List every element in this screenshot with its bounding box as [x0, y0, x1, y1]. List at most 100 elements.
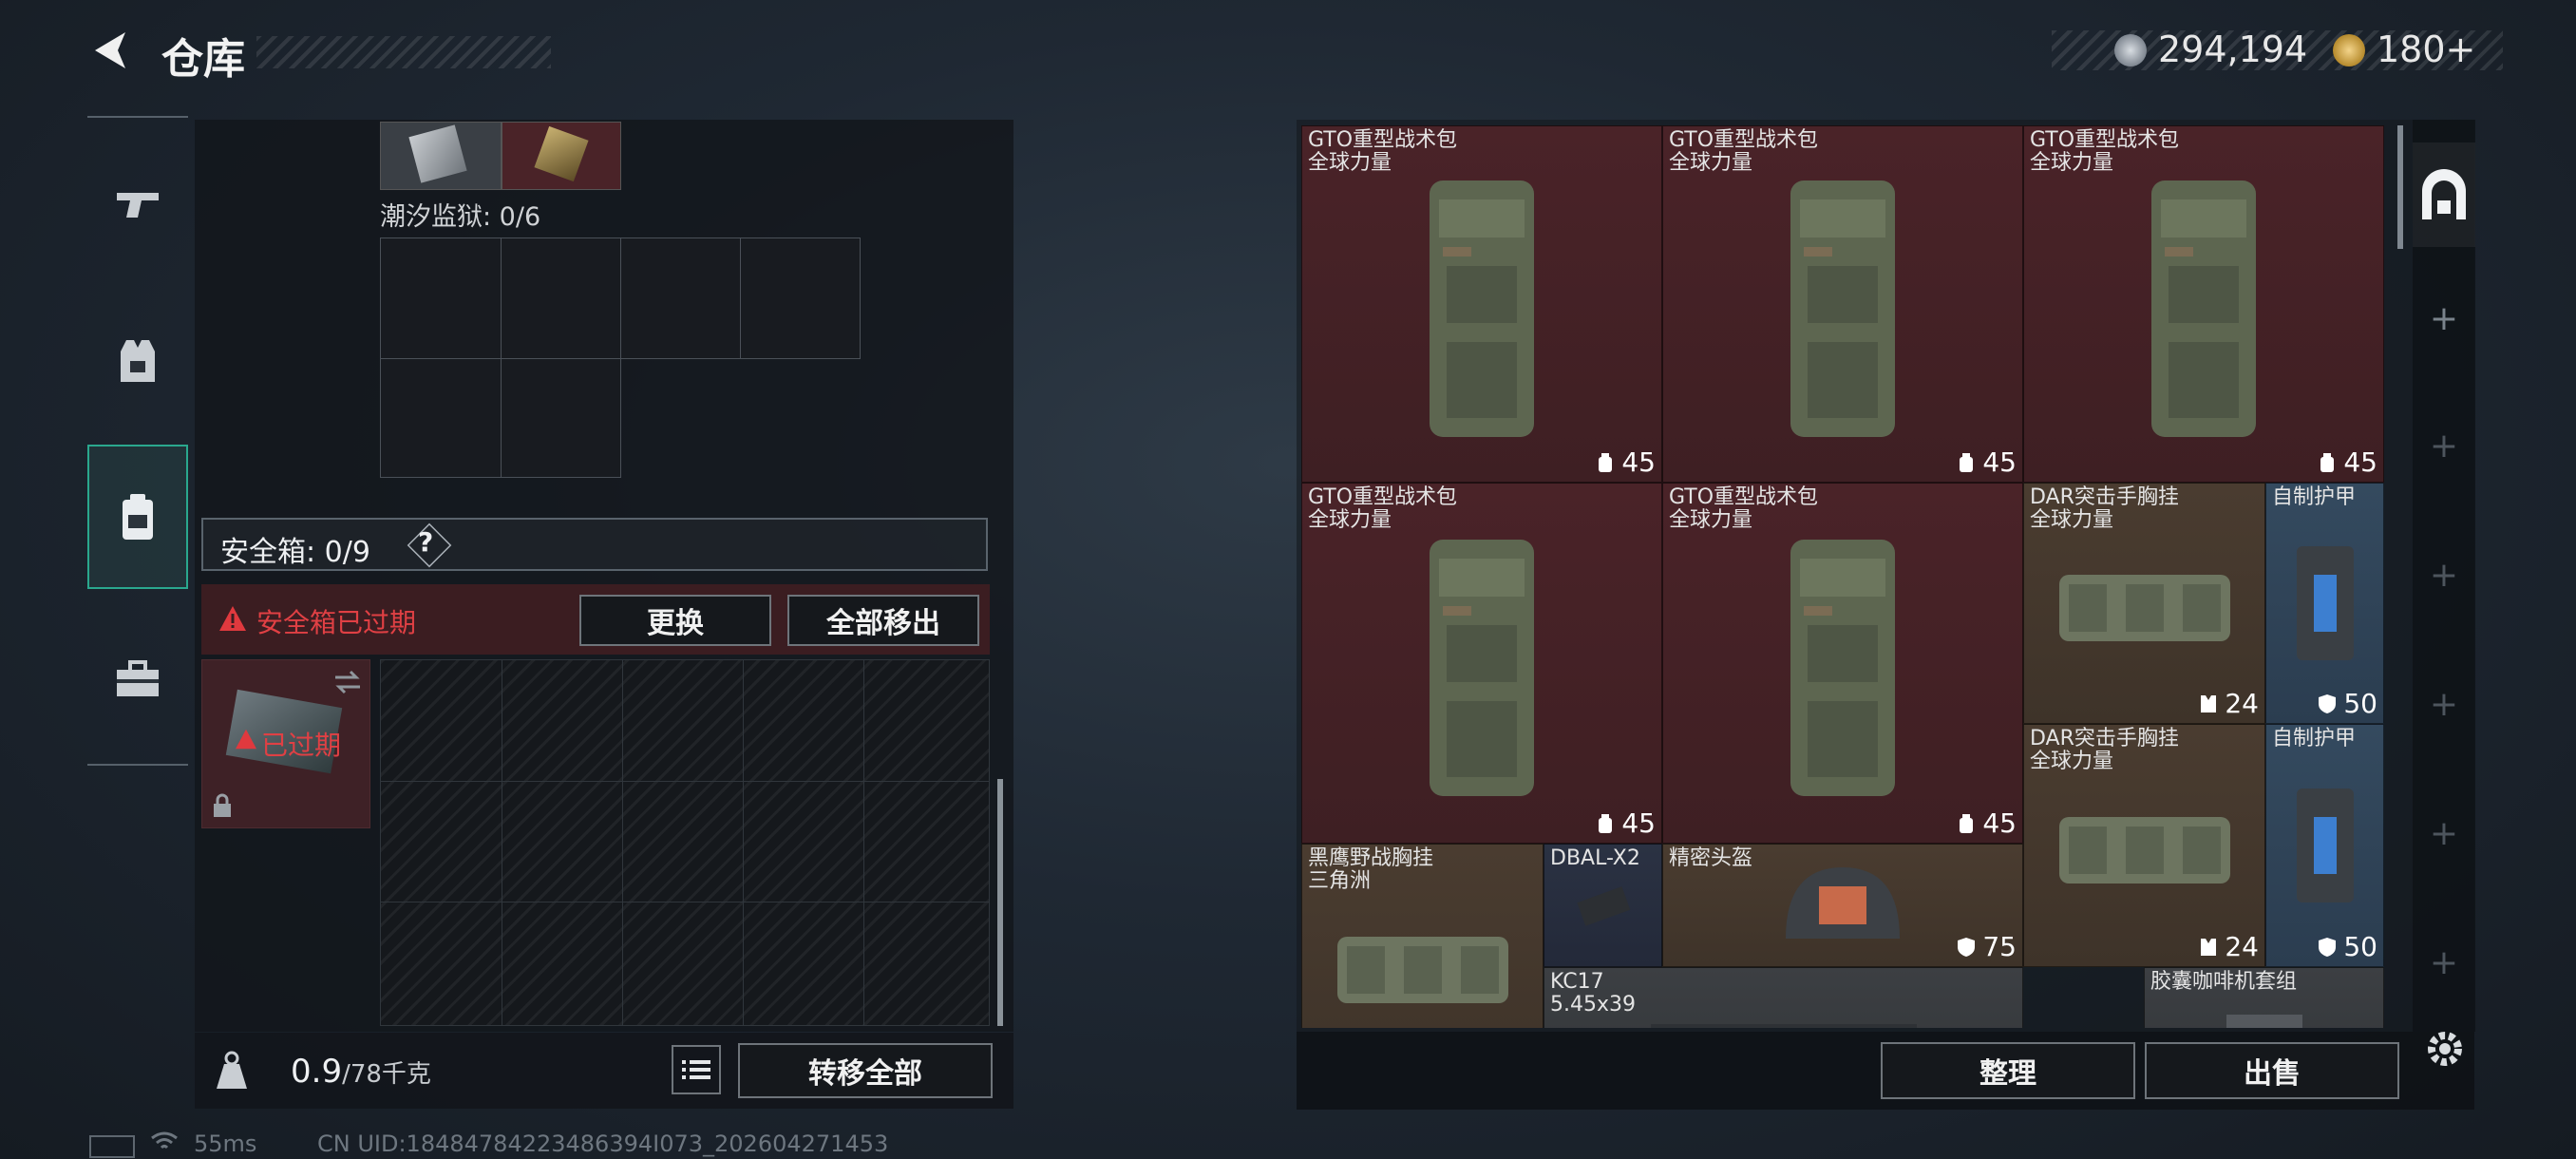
grid-slot[interactable] [501, 238, 621, 359]
remove-all-button[interactable]: 全部移出 [787, 595, 979, 646]
armor-icon [2266, 725, 2383, 966]
item-value-text: 45 [1621, 808, 1656, 839]
list-view-button[interactable] [672, 1045, 721, 1094]
gold-coin-icon[interactable] [2333, 34, 2365, 66]
left-scrollbar[interactable] [997, 779, 1003, 1026]
item-name: GTO重型战术包 [1669, 485, 1819, 509]
back-arrow-icon [95, 32, 125, 68]
item-value: 24 [2198, 931, 2259, 962]
item-value: 45 [1595, 808, 1656, 839]
stash-item[interactable]: 自制护甲 50 [2265, 724, 2384, 967]
tab-backpack[interactable] [87, 445, 188, 589]
expired-warning-icon [236, 729, 256, 750]
capacity-icon [1599, 813, 1613, 833]
item-value-text: 45 [1982, 808, 2017, 839]
stash-item[interactable]: GTO重型战术包 全球力量 45 [2023, 125, 2384, 483]
stash-item[interactable]: GTO重型战术包 全球力量 45 [1301, 125, 1662, 483]
stash-house-icon [2422, 169, 2466, 219]
inventory-item[interactable] [502, 122, 621, 190]
stash-item[interactable]: GTO重型战术包 全球力量 45 [1662, 483, 2023, 844]
stash-item[interactable]: DAR突击手胸挂 全球力量 24 [2023, 483, 2265, 724]
item-name: DAR突击手胸挂 [2030, 485, 2179, 509]
tab-weapons[interactable] [87, 152, 188, 256]
safebox-item[interactable]: 已过期 [201, 659, 370, 828]
grid-slot[interactable] [501, 358, 621, 478]
item-name: 精密头盔 [1669, 846, 1753, 870]
item-source: 全球力量 [1669, 151, 1753, 175]
item-value: 50 [2317, 931, 2377, 962]
page-title: 仓库 [161, 35, 245, 84]
back-button[interactable] [87, 27, 135, 74]
capacity-icon [2201, 694, 2217, 712]
add-stash-tab-button[interactable]: + [2428, 556, 2460, 595]
grid-slot[interactable] [620, 238, 741, 359]
add-stash-tab-button[interactable]: + [2428, 427, 2460, 466]
stash-item[interactable]: GTO重型战术包 全球力量 45 [1301, 483, 1662, 844]
weight-capacity: /78千克 [342, 1060, 431, 1089]
stash-item[interactable]: KC17 5.45x39 [1544, 967, 2023, 1028]
stash-grid: GTO重型战术包 全球力量 45 GTO重型战术包 全球力量 45 GTO重型战术包 全球力量… [1301, 125, 2384, 1028]
stash-item[interactable]: DBAL-X2 [1544, 844, 1662, 967]
item-value-text: 45 [2343, 446, 2377, 478]
tab-toolbox[interactable] [87, 627, 188, 732]
item-value-text: 50 [2343, 688, 2377, 719]
vest-icon [121, 340, 155, 382]
backpack-icon [1302, 126, 1661, 482]
item-value: 45 [1956, 446, 2017, 478]
item-value-text: 45 [1982, 446, 2017, 478]
title-decoration [256, 36, 551, 68]
stash-item[interactable]: 黑鹰野战胸挂 三角洲 [1301, 844, 1544, 1028]
expired-alert-text: 安全箱已过期 [256, 607, 417, 638]
item-name: GTO重型战术包 [1308, 128, 1458, 152]
item-name: 黑鹰野战胸挂 [1308, 846, 1434, 870]
currency-secondary[interactable]: 180+ [2377, 28, 2475, 70]
stash-item[interactable]: GTO重型战术包 全球力量 45 [1662, 125, 2023, 483]
stash-scrollbar[interactable] [2397, 125, 2403, 249]
item-source: 全球力量 [1308, 151, 1392, 175]
add-stash-tab-button[interactable]: + [2428, 814, 2460, 853]
add-stash-tab-button[interactable]: + [2428, 299, 2460, 338]
replace-button[interactable]: 更换 [579, 595, 771, 646]
item-name: GTO重型战术包 [1669, 128, 1819, 152]
item-value-text: 24 [2225, 688, 2259, 719]
capacity-icon [1960, 813, 1974, 833]
backpack-tab-icon [123, 494, 153, 540]
capacity-icon [1599, 452, 1613, 472]
item-source: 5.45x39 [1550, 993, 1636, 1016]
warning-icon [219, 606, 246, 631]
grid-slot[interactable] [740, 238, 861, 359]
item-source: 全球力量 [1669, 508, 1753, 532]
backpack-icon [1302, 484, 1661, 843]
item-value-text: 50 [2343, 931, 2377, 962]
stash-item[interactable]: 精密头盔 75 [1662, 844, 2023, 967]
settings-gear-icon[interactable] [2422, 1026, 2468, 1072]
stash-item[interactable]: 自制护甲 50 [2265, 483, 2384, 724]
item-source: 全球力量 [2030, 750, 2114, 773]
add-stash-tab-button[interactable]: + [2428, 943, 2460, 982]
item-source: 全球力量 [2030, 508, 2114, 532]
swap-icon[interactable] [333, 670, 362, 694]
item-value: 45 [2317, 446, 2377, 478]
stash-tab-main[interactable] [2413, 142, 2475, 247]
help-label: ? [418, 526, 434, 558]
backpack-icon [2024, 126, 2383, 482]
item-value: 45 [1956, 808, 2017, 839]
weight-value: 0.9/78千克 [291, 1053, 431, 1091]
durability-shield-icon [2319, 694, 2337, 713]
add-stash-tab-button[interactable]: + [2428, 685, 2460, 724]
item-value-text: 24 [2225, 931, 2259, 962]
grid-slot[interactable] [380, 238, 502, 359]
lock-icon [214, 793, 231, 817]
sort-button[interactable]: 整理 [1881, 1042, 2135, 1099]
weight-current: 0.9 [291, 1053, 343, 1091]
transfer-all-button[interactable]: 转移全部 [738, 1043, 993, 1098]
stash-item[interactable]: DAR突击手胸挂 全球力量 24 [2023, 724, 2265, 967]
capacity-icon [2320, 452, 2335, 472]
item-name: 胶囊咖啡机套组 [2150, 970, 2298, 994]
tab-armor[interactable] [87, 309, 188, 413]
stash-item[interactable]: 胶囊咖啡机套组 [2144, 967, 2384, 1028]
grid-slot[interactable] [380, 358, 502, 478]
sell-button[interactable]: 出售 [2145, 1042, 2399, 1099]
item-source: 全球力量 [2030, 151, 2114, 175]
inventory-item[interactable] [380, 122, 502, 190]
